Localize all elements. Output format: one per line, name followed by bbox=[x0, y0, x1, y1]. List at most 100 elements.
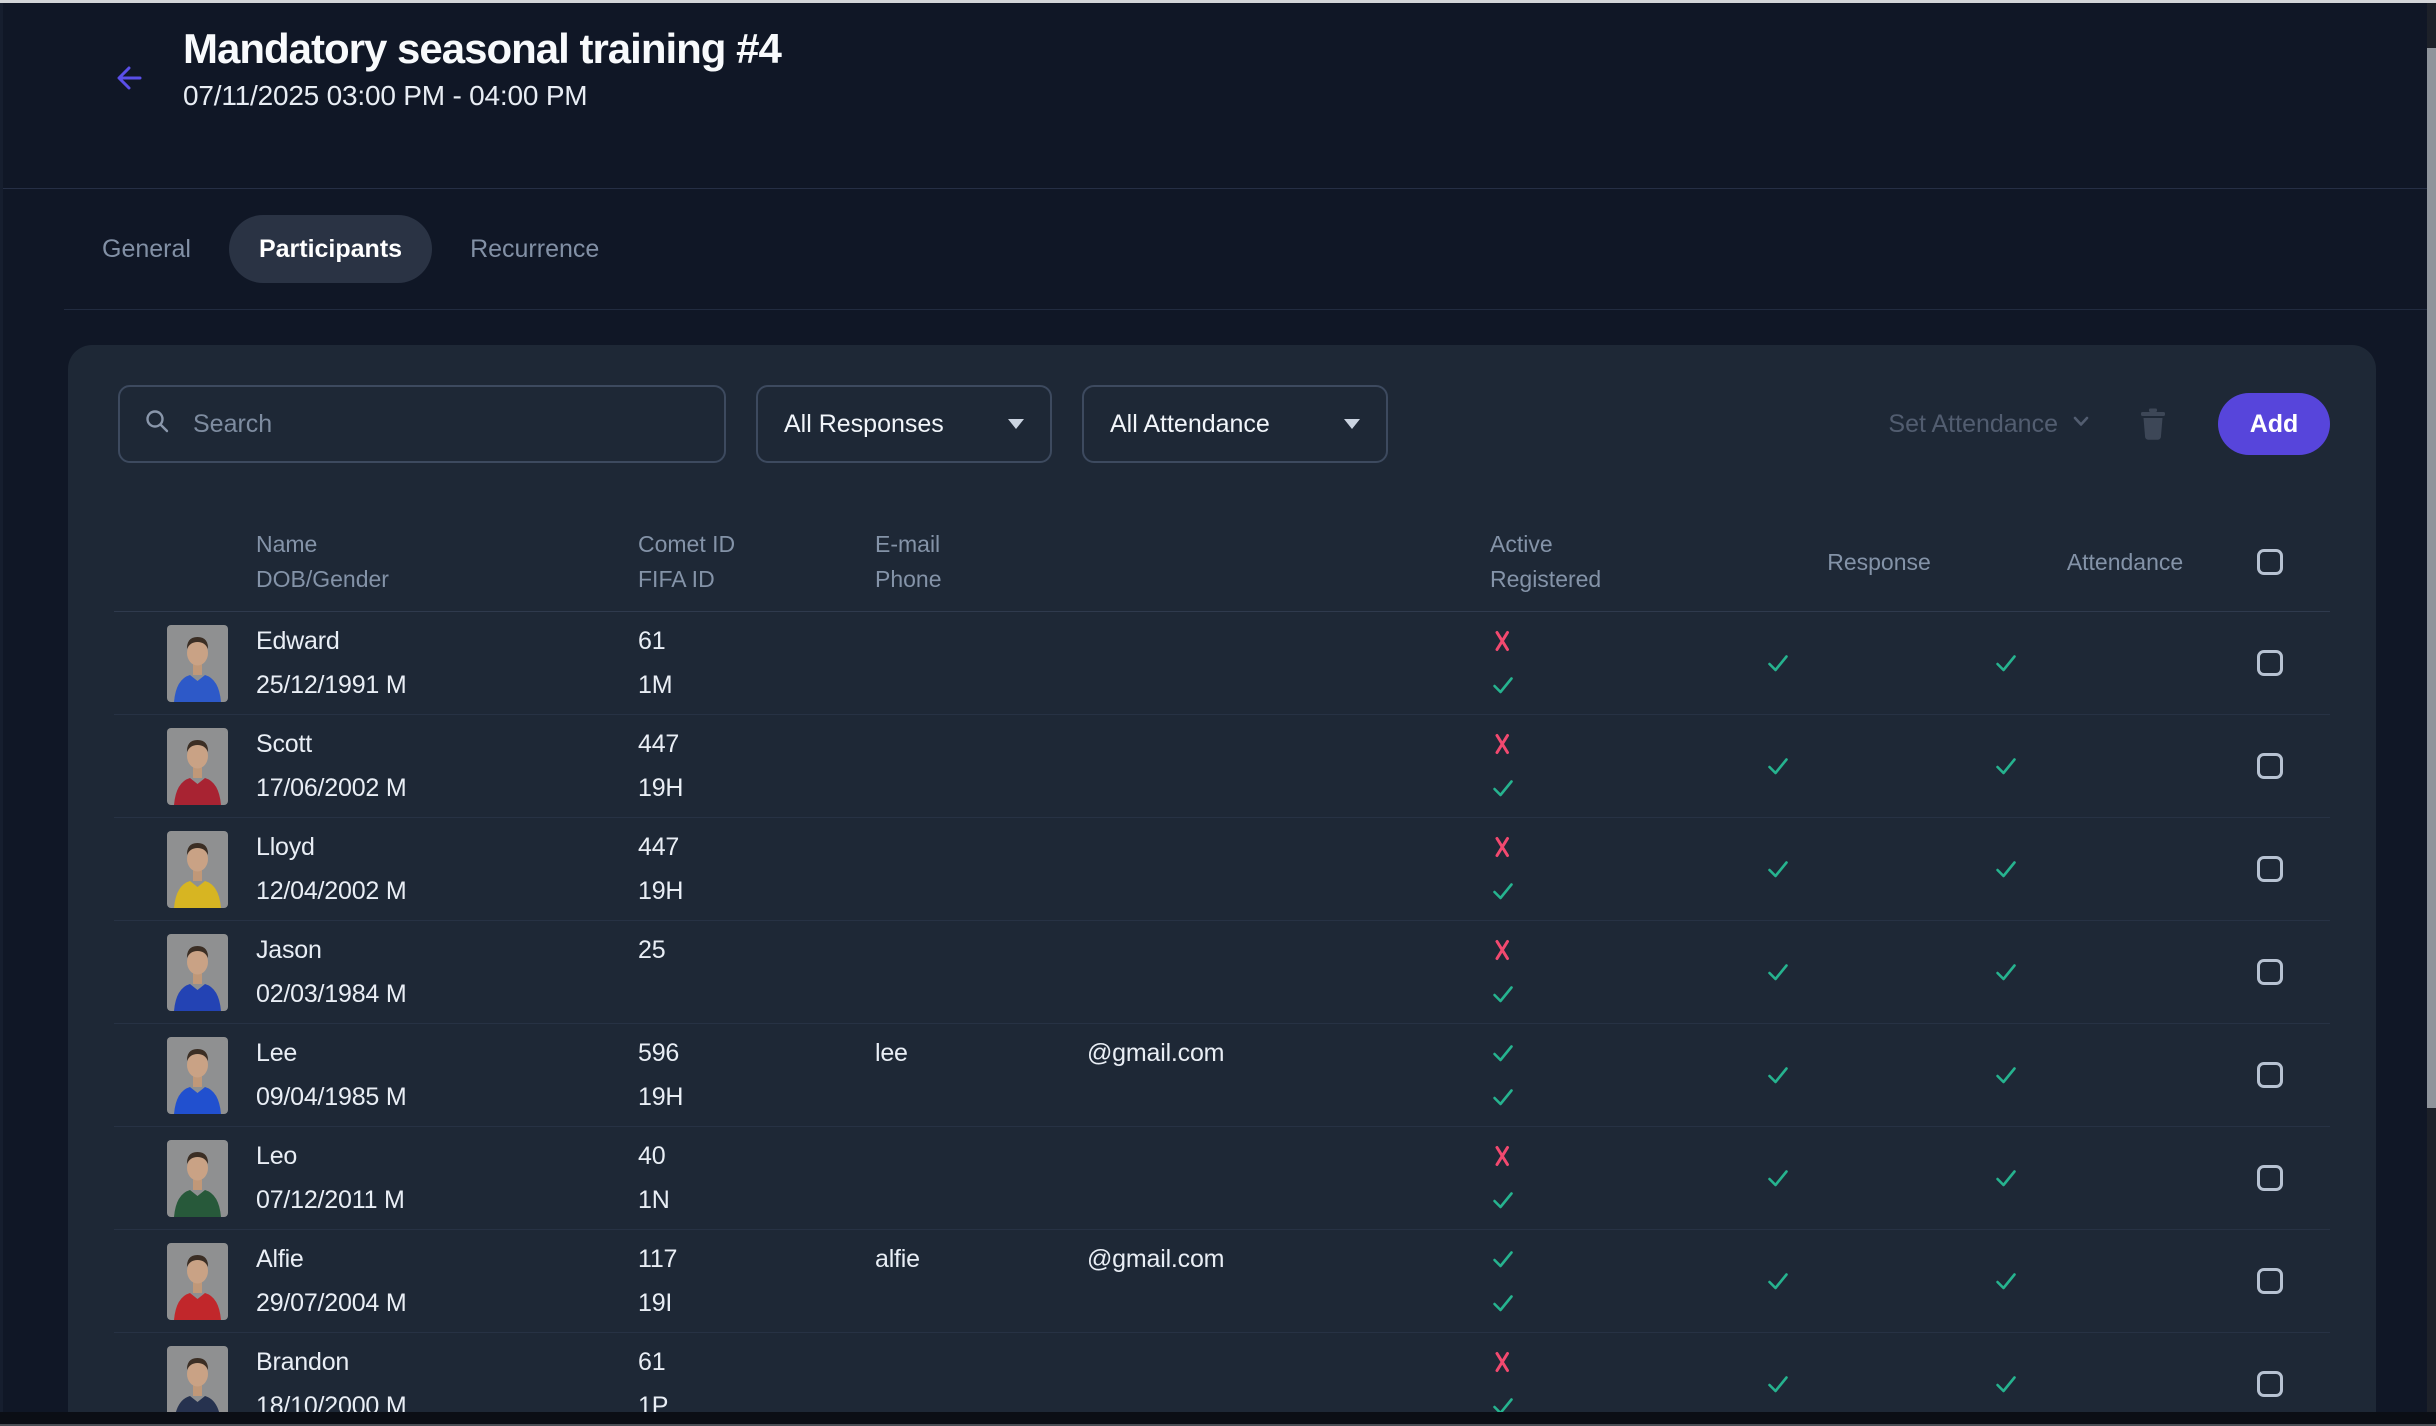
attendance-status-icon bbox=[1993, 1062, 2019, 1088]
tab-participants[interactable]: Participants bbox=[229, 215, 432, 283]
caret-down-icon bbox=[1344, 419, 1360, 429]
player-email-user: alfie bbox=[875, 1244, 1087, 1274]
header-avatar-spacer bbox=[167, 513, 256, 611]
response-status-icon bbox=[1765, 959, 1791, 985]
attendance-status-icon bbox=[1993, 1165, 2019, 1191]
player-fifa-id bbox=[638, 979, 875, 1009]
player-phone bbox=[875, 1082, 1490, 1112]
registered-status-icon bbox=[1490, 775, 1765, 801]
table-header-row: Name DOB/Gender Comet ID FIFA ID E-mail … bbox=[114, 513, 2330, 612]
active-status-icon bbox=[1490, 1349, 1765, 1375]
trash-icon bbox=[2138, 428, 2168, 443]
response-status-icon bbox=[1765, 1165, 1791, 1191]
row-checkbox[interactable] bbox=[2257, 753, 2283, 779]
tab-general[interactable]: General bbox=[102, 235, 191, 264]
row-checkbox[interactable] bbox=[2257, 1371, 2283, 1397]
table-row: Jason 02/03/1984 M 25 bbox=[114, 921, 2330, 1024]
active-status-icon bbox=[1490, 1040, 1765, 1066]
player-phone bbox=[875, 670, 1490, 700]
player-dob-gender: 25/12/1991 M bbox=[256, 670, 638, 700]
table-row: Lee 09/04/1985 M 596 19H lee@gmail.com bbox=[114, 1024, 2330, 1127]
set-attendance-button[interactable]: Set Attendance bbox=[1888, 410, 2092, 439]
header-name-column: Name DOB/Gender bbox=[256, 513, 638, 611]
player-name: Jason bbox=[256, 935, 638, 965]
attendance-status-icon bbox=[1993, 856, 2019, 882]
player-fifa-id: 19H bbox=[638, 773, 875, 803]
table-row: Alfie 29/07/2004 M 117 19I alfie@gmail.c… bbox=[114, 1230, 2330, 1333]
player-phone bbox=[875, 876, 1490, 906]
chevron-down-icon bbox=[2070, 410, 2092, 439]
set-attendance-label: Set Attendance bbox=[1888, 410, 2058, 439]
row-checkbox[interactable] bbox=[2257, 856, 2283, 882]
player-avatar bbox=[167, 625, 256, 702]
search-box[interactable] bbox=[118, 385, 726, 463]
response-status-icon bbox=[1765, 1062, 1791, 1088]
player-comet-id: 61 bbox=[638, 1347, 875, 1377]
registered-status-icon bbox=[1490, 1084, 1765, 1110]
registered-status-icon bbox=[1490, 672, 1765, 698]
header-id-column: Comet ID FIFA ID bbox=[638, 513, 875, 611]
row-checkbox[interactable] bbox=[2257, 1062, 2283, 1088]
participants-panel: All Responses All Attendance Set Attenda… bbox=[68, 345, 2376, 1412]
player-dob-gender: 07/12/2011 M bbox=[256, 1185, 638, 1215]
row-checkbox[interactable] bbox=[2257, 1268, 2283, 1294]
registered-status-icon bbox=[1490, 1290, 1765, 1316]
active-status-icon bbox=[1490, 1143, 1765, 1169]
player-fifa-id: 1N bbox=[638, 1185, 875, 1215]
player-fifa-id: 19H bbox=[638, 876, 875, 906]
player-dob-gender: 17/06/2002 M bbox=[256, 773, 638, 803]
player-phone bbox=[875, 1185, 1490, 1215]
window-top-edge bbox=[0, 0, 2436, 3]
player-name: Alfie bbox=[256, 1244, 638, 1274]
header-response-column: Response bbox=[1765, 513, 1993, 611]
player-phone bbox=[875, 1288, 1490, 1318]
player-comet-id: 447 bbox=[638, 729, 875, 759]
page-title: Mandatory seasonal training #4 bbox=[183, 23, 781, 75]
responses-filter-select[interactable]: All Responses bbox=[756, 385, 1052, 463]
player-comet-id: 447 bbox=[638, 832, 875, 862]
player-phone bbox=[875, 773, 1490, 803]
attendance-status-icon bbox=[1993, 959, 2019, 985]
player-name: Scott bbox=[256, 729, 638, 759]
back-button[interactable] bbox=[112, 59, 150, 97]
row-checkbox[interactable] bbox=[2257, 959, 2283, 985]
player-fifa-id: 19H bbox=[638, 1082, 875, 1112]
player-phone bbox=[875, 1391, 1490, 1412]
row-checkbox[interactable] bbox=[2257, 1165, 2283, 1191]
search-icon bbox=[144, 408, 171, 440]
player-dob-gender: 09/04/1985 M bbox=[256, 1082, 638, 1112]
player-comet-id: 25 bbox=[638, 935, 875, 965]
player-avatar bbox=[167, 934, 256, 1011]
attendance-status-icon bbox=[1993, 753, 2019, 779]
player-comet-id: 61 bbox=[638, 626, 875, 656]
participants-toolbar: All Responses All Attendance Set Attenda… bbox=[118, 385, 2330, 463]
select-all-checkbox[interactable] bbox=[2257, 549, 2283, 575]
player-dob-gender: 29/07/2004 M bbox=[256, 1288, 638, 1318]
delete-button[interactable] bbox=[2138, 406, 2168, 443]
response-status-icon bbox=[1765, 753, 1791, 779]
attendance-filter-select[interactable]: All Attendance bbox=[1082, 385, 1388, 463]
table-row: Edward 25/12/1991 M 61 1M bbox=[114, 612, 2330, 715]
player-dob-gender: 18/10/2000 M bbox=[256, 1391, 638, 1412]
player-phone bbox=[875, 979, 1490, 1009]
player-name: Leo bbox=[256, 1141, 638, 1171]
response-status-icon bbox=[1765, 1371, 1791, 1397]
table-row: Lloyd 12/04/2002 M 447 19H bbox=[114, 818, 2330, 921]
player-comet-id: 117 bbox=[638, 1244, 875, 1274]
player-dob-gender: 12/04/2002 M bbox=[256, 876, 638, 906]
header-contact-column: E-mail Phone bbox=[875, 513, 1490, 611]
player-avatar bbox=[167, 1140, 256, 1217]
response-status-icon bbox=[1765, 1268, 1791, 1294]
active-status-icon bbox=[1490, 628, 1765, 654]
player-comet-id: 596 bbox=[638, 1038, 875, 1068]
row-checkbox[interactable] bbox=[2257, 650, 2283, 676]
search-input[interactable] bbox=[191, 409, 700, 440]
add-button[interactable]: Add bbox=[2218, 393, 2330, 455]
table-row: Leo 07/12/2011 M 40 1N bbox=[114, 1127, 2330, 1230]
player-comet-id: 40 bbox=[638, 1141, 875, 1171]
tab-recurrence[interactable]: Recurrence bbox=[470, 235, 599, 264]
header-attendance-column: Attendance bbox=[1993, 513, 2257, 611]
scrollbar-thumb[interactable] bbox=[2427, 48, 2436, 1108]
player-email-domain: @gmail.com bbox=[1087, 1245, 1224, 1273]
registered-status-icon bbox=[1490, 981, 1765, 1007]
